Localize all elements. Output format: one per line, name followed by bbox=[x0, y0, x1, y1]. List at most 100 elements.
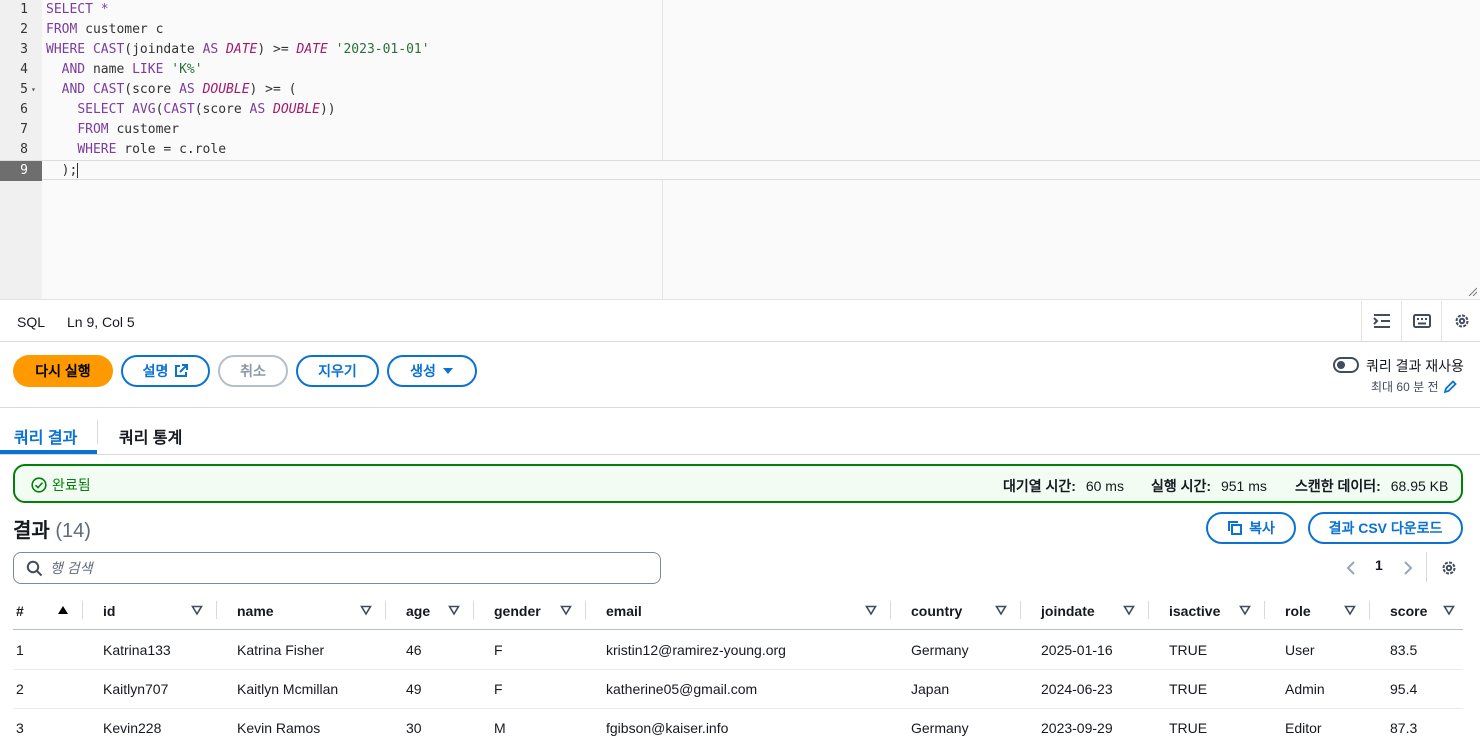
column-header-email[interactable]: email bbox=[606, 603, 642, 619]
code-text: AND name LIKE 'K%' bbox=[46, 60, 203, 80]
code-line[interactable]: 5 ▾ AND CAST(score AS DOUBLE) >= ( bbox=[0, 80, 1480, 100]
sort-caret-icon[interactable] bbox=[1344, 604, 1356, 616]
sort-caret-icon[interactable] bbox=[995, 604, 1007, 616]
code-line[interactable]: 2 FROM customer c bbox=[0, 20, 1480, 40]
code-line[interactable]: 4 AND name LIKE 'K%' bbox=[0, 60, 1480, 80]
column-resizer[interactable] bbox=[216, 601, 217, 619]
column-header-gender[interactable]: gender bbox=[494, 603, 541, 619]
rerun-button[interactable]: 다시 실행 bbox=[13, 355, 113, 387]
code-token: AND bbox=[61, 82, 86, 97]
code-line[interactable]: 3 WHERE CAST(joindate AS DATE) >= DATE '2… bbox=[0, 40, 1480, 60]
resize-grip-icon[interactable] bbox=[1467, 286, 1477, 296]
table-cell-name: Katrina Fisher bbox=[237, 642, 325, 658]
column-header-joindate[interactable]: joindate bbox=[1041, 603, 1095, 619]
code-line[interactable]: 7 FROM customer bbox=[0, 120, 1480, 140]
table-cell-id: Kevin228 bbox=[103, 720, 162, 736]
column-resizer[interactable] bbox=[1369, 601, 1370, 619]
column-header-score[interactable]: score bbox=[1390, 603, 1427, 619]
generate-dropdown-button[interactable]: 생성 bbox=[387, 355, 477, 387]
cancel-button[interactable]: 취소 bbox=[218, 355, 288, 387]
reuse-results-label: 쿼리 결과 재사용 bbox=[1366, 358, 1464, 374]
table-row-divider bbox=[13, 708, 1463, 709]
column-resizer[interactable] bbox=[473, 601, 474, 619]
table-cell-index: 1 bbox=[16, 642, 24, 658]
column-header-role[interactable]: role bbox=[1285, 603, 1311, 619]
code-line[interactable]: 9 ); bbox=[0, 160, 1480, 181]
code-token: (score bbox=[194, 102, 250, 117]
sort-caret-icon[interactable] bbox=[191, 604, 203, 616]
code-text: SELECT AVG(CAST(score AS DOUBLE)) bbox=[46, 100, 335, 120]
fold-toggle-icon[interactable]: ▾ bbox=[31, 80, 36, 100]
table-cell-age: 30 bbox=[406, 720, 422, 736]
copy-button[interactable]: 복사 bbox=[1206, 512, 1296, 544]
column-header-index[interactable]: # bbox=[16, 603, 24, 619]
format-button[interactable] bbox=[1361, 301, 1401, 341]
code-token: FROM bbox=[46, 22, 78, 37]
sort-ascending-icon[interactable] bbox=[57, 604, 69, 616]
chevron-right-icon[interactable] bbox=[1402, 560, 1414, 576]
table-settings-gear-icon[interactable] bbox=[1440, 559, 1458, 577]
sort-caret-icon[interactable] bbox=[1443, 604, 1455, 616]
line-number: 2 bbox=[20, 22, 28, 37]
sort-caret-icon[interactable] bbox=[360, 604, 372, 616]
table-cell-index: 3 bbox=[16, 720, 24, 736]
keyboard-icon bbox=[1412, 314, 1431, 328]
column-header-isactive[interactable]: isactive bbox=[1169, 603, 1220, 619]
column-resizer[interactable] bbox=[890, 601, 891, 619]
code-token: CAST bbox=[92, 82, 125, 97]
column-resizer[interactable] bbox=[385, 601, 386, 619]
column-header-age[interactable]: age bbox=[406, 603, 430, 619]
sort-caret-icon[interactable] bbox=[560, 604, 572, 616]
code-token: CAST bbox=[163, 102, 195, 117]
line-number: 5 bbox=[20, 82, 28, 97]
active-tab-indicator bbox=[0, 450, 97, 454]
column-resizer[interactable] bbox=[82, 601, 83, 619]
column-resizer[interactable] bbox=[585, 601, 586, 619]
table-cell-email: kristin12@ramirez-young.org bbox=[606, 642, 786, 658]
column-header-name[interactable]: name bbox=[237, 603, 274, 619]
current-page[interactable]: 1 bbox=[1375, 557, 1383, 573]
download-csv-button[interactable]: 결과 CSV 다운로드 bbox=[1308, 512, 1463, 544]
pencil-icon[interactable] bbox=[1443, 379, 1457, 394]
editor-settings-button[interactable] bbox=[1441, 301, 1480, 341]
line-number: 7 bbox=[20, 122, 28, 137]
sort-caret-icon[interactable] bbox=[1239, 604, 1251, 616]
code-line[interactable]: 8 WHERE role = c.role bbox=[0, 140, 1480, 160]
column-resizer[interactable] bbox=[1148, 601, 1149, 619]
keyboard-shortcuts-button[interactable] bbox=[1401, 301, 1441, 341]
row-search-input[interactable] bbox=[50, 558, 640, 578]
table-cell-score: 87.3 bbox=[1390, 720, 1418, 736]
table-cell-joindate: 2024-06-23 bbox=[1041, 681, 1113, 697]
sql-editor[interactable]: 1 SELECT * 2 FROM customer c 3 WHERE CAST(joi… bbox=[0, 0, 1480, 300]
tab-query-stats[interactable]: 쿼리 통계 bbox=[119, 424, 182, 448]
sort-caret-icon[interactable] bbox=[1123, 604, 1135, 616]
column-header-id[interactable]: id bbox=[103, 603, 115, 619]
code-token: WHERE bbox=[46, 42, 86, 57]
sort-caret-icon[interactable] bbox=[865, 604, 877, 616]
reuse-age: 최대 60 분 전 bbox=[1371, 378, 1457, 395]
editor-statusbar: SQL Ln 9, Col 5 bbox=[0, 301, 1480, 342]
column-resizer[interactable] bbox=[1020, 601, 1021, 619]
sort-caret-icon[interactable] bbox=[448, 604, 460, 616]
line-number: 8 bbox=[20, 142, 28, 157]
clear-button[interactable]: 지우기 bbox=[296, 355, 379, 387]
reuse-results-toggle[interactable] bbox=[1333, 357, 1359, 373]
code-line[interactable]: 1 SELECT * bbox=[0, 0, 1480, 20]
gear-icon bbox=[1455, 314, 1468, 328]
tab-query-results[interactable]: 쿼리 결과 bbox=[14, 424, 77, 448]
code-token: 'K%' bbox=[171, 62, 203, 77]
code-line[interactable]: 6 SELECT AVG(CAST(score AS DOUBLE)) bbox=[0, 100, 1480, 120]
results-title: 결과 bbox=[13, 520, 50, 542]
table-cell-country: Germany bbox=[911, 720, 969, 736]
row-search[interactable] bbox=[13, 552, 661, 584]
table-cell-joindate: 2025-01-16 bbox=[1041, 642, 1113, 658]
explain-button[interactable]: 설명 bbox=[121, 355, 210, 387]
table-cell-age: 46 bbox=[406, 642, 422, 658]
chevron-left-icon[interactable] bbox=[1345, 560, 1357, 576]
column-header-country[interactable]: country bbox=[911, 603, 962, 619]
column-resizer[interactable] bbox=[1264, 601, 1265, 619]
pager-divider bbox=[1426, 552, 1427, 582]
